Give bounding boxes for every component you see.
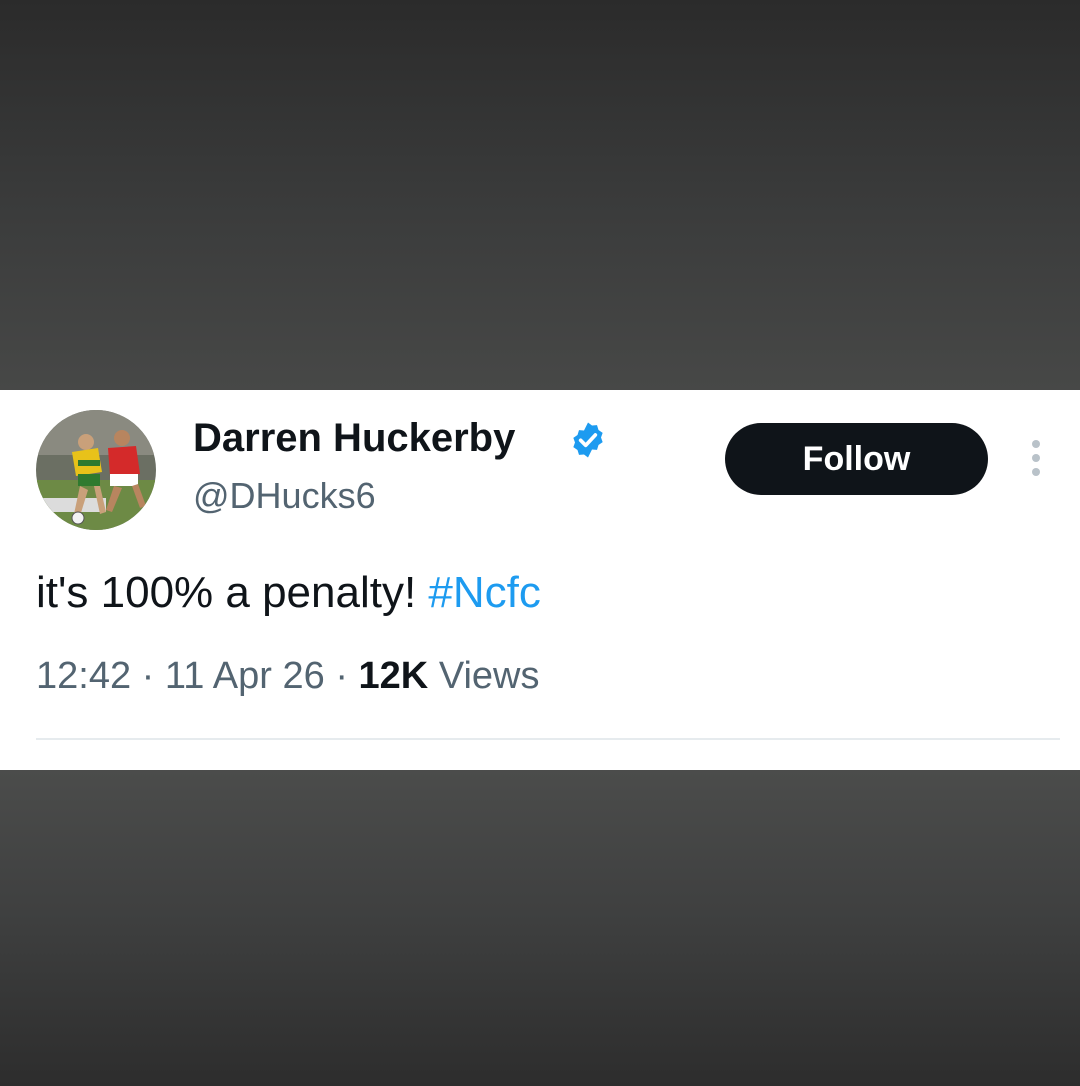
meta-separator: · <box>335 655 348 697</box>
meta-separator: · <box>141 655 155 697</box>
tweet-meta: 12:42 · 11 Apr 26 · 12K Views <box>36 652 540 700</box>
divider <box>36 738 1060 740</box>
profile-photo-icon <box>36 410 156 530</box>
tweet-card: Darren Huckerby @DHucks6 Follow it's 100… <box>0 390 1080 770</box>
background-top <box>0 0 1080 390</box>
avatar[interactable] <box>36 410 156 530</box>
views-label: Views <box>438 655 540 697</box>
more-options-icon[interactable] <box>1024 438 1048 478</box>
tweet-body: it's 100% a penalty! <box>36 568 417 617</box>
hashtag-link[interactable]: #Ncfc <box>428 568 540 617</box>
background-bottom <box>0 770 1080 1086</box>
verified-badge-icon <box>573 422 603 458</box>
views-count: 12K <box>358 655 429 697</box>
user-handle[interactable]: @DHucks6 <box>193 474 376 518</box>
display-name[interactable]: Darren Huckerby <box>193 414 515 462</box>
follow-button[interactable]: Follow <box>725 423 988 495</box>
tweet-time[interactable]: 12:42 <box>36 655 131 697</box>
tweet-text: it's 100% a penalty! #Ncfc <box>36 565 541 621</box>
tweet-date[interactable]: 11 Apr 26 <box>165 655 325 697</box>
